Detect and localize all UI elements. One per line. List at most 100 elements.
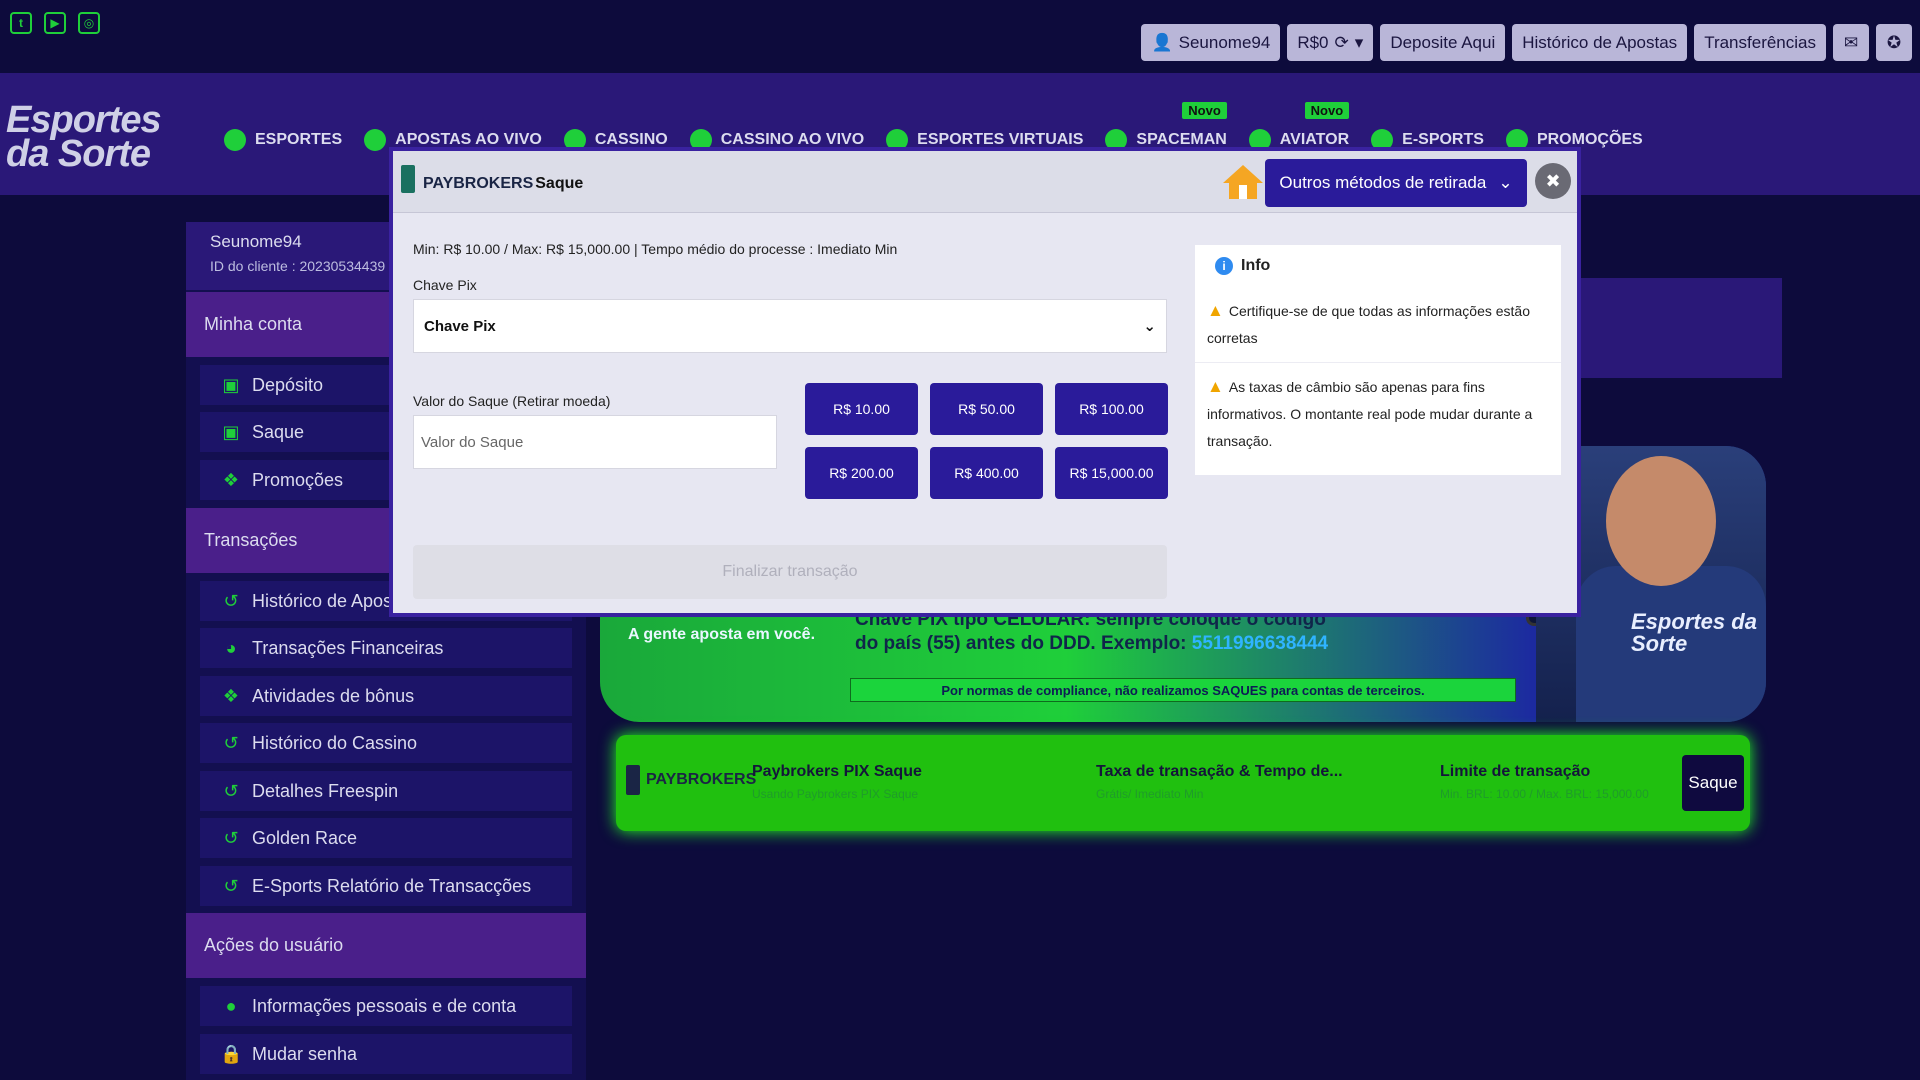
chevron-down-icon: ⌄	[1498, 173, 1513, 192]
quick-amount-button[interactable]: R$ 100.00	[1055, 383, 1168, 435]
youtube-icon[interactable]: ▶	[44, 12, 66, 34]
info-title: i Info	[1195, 245, 1561, 287]
other-methods-dropdown[interactable]: Outros métodos de retirada ⌄	[1265, 159, 1527, 207]
stopwatch-icon	[224, 129, 246, 151]
quick-amount-button[interactable]: R$ 50.00	[930, 383, 1043, 435]
instagram-icon[interactable]: ◎	[78, 12, 100, 34]
sidebar-item-esports-relatorio[interactable]: ↺ E-Sports Relatório de Transacções	[200, 866, 572, 906]
sidebar-item-detalhes-freespin[interactable]: ↺ Detalhes Freespin	[200, 771, 572, 811]
payment-method-card[interactable]: PAYBROKERS Paybrokers PIX Saque Usando P…	[616, 735, 1750, 831]
logo-line2: da Sorte	[6, 133, 151, 175]
sidebar-item-informacoes-pessoais[interactable]: ● Informações pessoais e de conta	[200, 986, 572, 1026]
sidebar-item-label: Depósito	[252, 374, 324, 395]
sidebar-item-label: Mudar senha	[252, 1043, 358, 1064]
balance-label: R$0	[1297, 32, 1329, 52]
transfers-button[interactable]: Transferências	[1694, 24, 1826, 61]
fee-title: Taxa de transação & Tempo de...	[1096, 763, 1343, 780]
paybrokers-logo-text: PAYBROKERS	[646, 771, 757, 788]
method-column: Paybrokers PIX Saque Usando Paybrokers P…	[752, 763, 922, 801]
fee-column: Taxa de transação & Tempo de... Grátis/ …	[1096, 763, 1343, 801]
quick-amount-button[interactable]: R$ 10.00	[805, 383, 918, 435]
quick-amount-button[interactable]: R$ 15,000.00	[1055, 447, 1168, 499]
pix-key-label: Chave Pix	[413, 277, 477, 293]
section-acoes-usuario[interactable]: Ações do usuário	[186, 913, 586, 978]
info-title-text: Info	[1241, 257, 1271, 274]
user-actions: 👤 Seunome94 R$0 ⟳ ▾ Deposite Aqui Histórico…	[1141, 24, 1912, 61]
sidebar-item-label: Informações pessoais e de conta	[252, 995, 517, 1016]
top-bar: t ▶ ◎ 👤 Seunome94 R$0 ⟳ ▾ Deposite Aqui His…	[0, 0, 1920, 73]
gift-icon: ❖	[222, 685, 240, 706]
withdraw-modal: PAYBROKERS Saque Outros métodos de retir…	[389, 147, 1581, 617]
chevron-down-icon: ⌄	[1143, 318, 1156, 335]
history-icon: ↺	[223, 827, 239, 848]
limit-column: Limite de transação Min. BRL: 10.00 / Ma…	[1440, 763, 1649, 801]
bet-history-button[interactable]: Histórico de Apostas	[1512, 24, 1688, 61]
live-icon	[364, 129, 387, 151]
mail-icon[interactable]: ✉	[1833, 24, 1869, 61]
history-icon: ↺	[223, 875, 239, 896]
amount-input[interactable]: Valor do Saque	[413, 415, 777, 469]
banner-tagline: A gente aposta em você.	[628, 626, 816, 643]
limits-text: Min: R$ 10.00 / Max: R$ 15,000.00 | Temp…	[413, 241, 898, 257]
info-icon: i	[1215, 257, 1233, 275]
sidebar-item-golden-race[interactable]: ↺ Golden Race	[200, 818, 572, 858]
limit-title: Limite de transação	[1440, 763, 1591, 780]
quick-amount-button[interactable]: R$ 400.00	[930, 447, 1043, 499]
saque-button[interactable]: Saque	[1682, 755, 1744, 811]
sidebar-item-label: Detalhes Freespin	[252, 780, 399, 801]
info-message-text: As taxas de câmbio são apenas para fins …	[1207, 379, 1533, 449]
social-links: t ▶ ◎	[10, 12, 100, 34]
modal-logo: PAYBROKERS Saque	[401, 165, 583, 193]
sidebar-item-transacoes-financeiras[interactable]: ◕ Transações Financeiras	[200, 628, 572, 668]
nav-esportes[interactable]: ESPORTES	[224, 129, 342, 151]
caret-down-icon: ▾	[1354, 32, 1364, 52]
section-title: Minha conta	[204, 314, 303, 334]
sidebar-item-label: Atividades de bônus	[252, 685, 415, 706]
shirt-brand: Esportes da Sorte	[1631, 609, 1757, 656]
quick-amounts: R$ 10.00 R$ 50.00 R$ 100.00 R$ 200.00 R$…	[805, 383, 1168, 499]
withdraw-modal-body: PAYBROKERS Saque Outros métodos de retir…	[393, 151, 1577, 613]
banner-example: 5511996638444	[1191, 633, 1329, 654]
section-title: Ações do usuário	[204, 935, 344, 955]
nav-label: ESPORTES	[255, 131, 343, 148]
modal-header: PAYBROKERS Saque Outros métodos de retir…	[393, 151, 1577, 213]
refresh-icon[interactable]: ⟳	[1335, 33, 1349, 53]
balance-dropdown[interactable]: R$0 ⟳ ▾	[1287, 24, 1374, 61]
modal-logo-text: PAYBROKERS	[423, 175, 534, 192]
sidebar-item-label: Saque	[252, 421, 305, 442]
sidebar-item-label: E-Sports Relatório de Transacções	[252, 875, 532, 896]
star-icon[interactable]: ✪	[1876, 24, 1912, 61]
close-icon[interactable]: ✖	[1535, 163, 1571, 199]
warning-icon: ▲	[1207, 301, 1224, 320]
finalize-transaction-button[interactable]: Finalizar transação	[413, 545, 1167, 599]
sidebar-item-mudar-senha[interactable]: 🔒 Mudar senha	[200, 1034, 572, 1074]
sidebar-item-label: Transações Financeiras	[252, 637, 444, 658]
username-label: Seunome94	[1178, 32, 1271, 52]
banner-footer: Por normas de compliance, não realizamos…	[850, 678, 1516, 702]
lock-icon: 🔒	[220, 1043, 243, 1064]
pix-key-select[interactable]: Chave Pix ⌄	[413, 299, 1167, 353]
site-logo[interactable]: Esportes da Sorte	[6, 101, 162, 175]
method-subtitle: Usando Paybrokers PIX Saque	[752, 787, 919, 801]
paybrokers-mark-icon	[626, 765, 640, 795]
banner-line2: do país (55) antes do DDD. Exemplo:	[855, 633, 1187, 654]
cash-icon: ▣	[222, 374, 240, 395]
user-icon: ●	[225, 995, 237, 1016]
other-methods-label: Outros métodos de retirada	[1279, 173, 1487, 192]
person-face	[1606, 456, 1716, 586]
info-message-text: Certifique-se de que todas as informaçõe…	[1207, 303, 1530, 346]
sidebar-item-atividades-bonus[interactable]: ❖ Atividades de bônus	[200, 676, 572, 716]
modal-title: Saque	[535, 175, 584, 192]
home-icon[interactable]	[1221, 163, 1265, 201]
method-title: Paybrokers PIX Saque	[752, 763, 922, 780]
username-button[interactable]: 👤 Seunome94	[1141, 24, 1281, 61]
deposit-button[interactable]: Deposite Aqui	[1380, 24, 1506, 61]
sidebar-item-historico-cassino[interactable]: ↺ Histórico do Cassino	[200, 723, 572, 763]
new-badge: Novo	[1304, 102, 1350, 119]
twitter-icon[interactable]: t	[10, 12, 32, 34]
sidebar-item-label: Golden Race	[252, 827, 358, 848]
history-icon: ↺	[223, 780, 239, 801]
pie-chart-icon: ◕	[225, 637, 237, 658]
quick-amount-button[interactable]: R$ 200.00	[805, 447, 918, 499]
paybrokers-mark-icon	[401, 165, 415, 193]
